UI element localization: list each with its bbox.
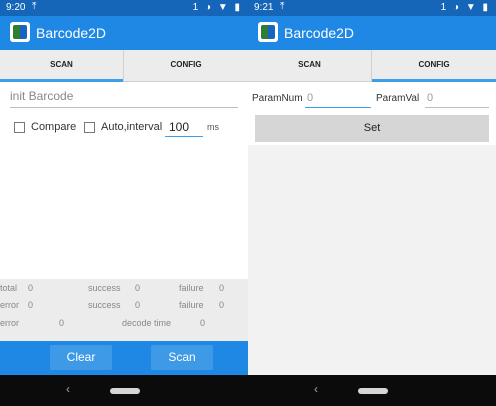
stat-success-value: 0 — [135, 283, 141, 293]
set-button[interactable]: Set — [255, 115, 489, 142]
scan-button[interactable]: Scan — [151, 345, 213, 370]
param-num-input[interactable]: 0 — [305, 90, 371, 108]
status-bar: 9:20 ⤒ 1 ◑ ▼ ▮ — [0, 0, 248, 16]
tab-bar: SCAN CONFIG — [248, 50, 496, 82]
compare-label: Compare — [31, 121, 77, 133]
tab-scan[interactable]: SCAN — [248, 50, 372, 82]
config-screen: 9:21 ⤒ 1 ◑ ▼ ▮ Barcode2D SCAN CONFIG Par… — [248, 0, 496, 406]
auto-interval-label: Auto,interval — [101, 121, 163, 133]
interval-input[interactable]: 100 — [165, 119, 203, 137]
app-bar: Barcode2D — [248, 16, 496, 50]
stat-error2-value: 0 — [59, 318, 65, 328]
app-logo-icon — [258, 22, 278, 42]
config-content-area — [248, 145, 496, 375]
home-pill-icon[interactable] — [110, 388, 140, 394]
stat-success2-value: 0 — [135, 300, 141, 310]
stat-success-label: success — [88, 283, 121, 293]
tab-config[interactable]: CONFIG — [124, 50, 248, 82]
stat-failure-label: failure — [179, 283, 204, 293]
action-bar: Clear Scan — [0, 341, 248, 375]
status-time: 9:20 — [6, 2, 26, 13]
param-val-label: ParamVal — [376, 93, 420, 104]
tab-config[interactable]: CONFIG — [372, 50, 496, 82]
auto-checkbox[interactable] — [84, 122, 95, 133]
compare-checkbox[interactable] — [14, 122, 25, 133]
scan-screen: 9:20 ⤒ 1 ◑ ▼ ▮ Barcode2D SCAN CONFIG ini… — [0, 0, 248, 406]
clear-button[interactable]: Clear — [50, 345, 112, 370]
stat-failure2-value: 0 — [219, 300, 225, 310]
interval-unit: ms — [207, 122, 219, 132]
app-title: Barcode2D — [36, 25, 107, 41]
stat-error2-label: error — [0, 318, 20, 328]
nav-bar: ‹ — [0, 375, 248, 406]
app-logo-icon — [10, 22, 30, 42]
status-bar: 9:21 ⤒ 1 ◑ ▼ ▮ — [248, 0, 496, 16]
stat-total-value: 0 — [28, 283, 34, 293]
stats-panel: total 0 success 0 failure 0 error 0 succ… — [0, 279, 248, 341]
stat-decode-value: 0 — [200, 318, 206, 328]
stat-failure2-label: failure — [179, 300, 204, 310]
upload-icon: ⤒ — [280, 1, 285, 12]
back-icon[interactable]: ‹ — [314, 382, 318, 396]
stat-failure-value: 0 — [219, 283, 225, 293]
stat-error-label: error — [0, 300, 20, 310]
status-icons: 1 ◑ ▼ ▮ — [192, 2, 242, 13]
app-bar: Barcode2D — [0, 16, 248, 50]
home-pill-icon[interactable] — [358, 388, 388, 394]
stat-decode-label: decode time — [122, 318, 172, 328]
status-icons: 1 ◑ ▼ ▮ — [440, 2, 490, 13]
status-time: 9:21 — [254, 2, 274, 13]
init-barcode-input[interactable]: init Barcode — [10, 86, 238, 108]
stat-total-label: total — [0, 283, 18, 293]
nav-bar: ‹ — [248, 375, 496, 406]
back-icon[interactable]: ‹ — [66, 382, 70, 396]
app-title: Barcode2D — [284, 25, 355, 41]
param-num-label: ParamNum — [252, 93, 303, 104]
param-val-input[interactable]: 0 — [425, 90, 489, 108]
upload-icon: ⤒ — [32, 1, 37, 12]
stat-error-value: 0 — [28, 300, 34, 310]
stat-success2-label: success — [88, 300, 121, 310]
tab-scan[interactable]: SCAN — [0, 50, 124, 82]
tab-bar: SCAN CONFIG — [0, 50, 248, 82]
